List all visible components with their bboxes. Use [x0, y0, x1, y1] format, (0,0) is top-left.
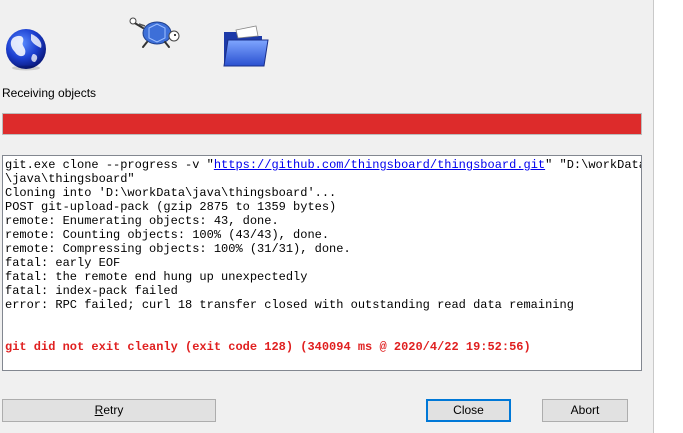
abort-button[interactable]: Abort — [542, 399, 628, 422]
repo-url-link[interactable]: https://github.com/thingsboard/thingsboa… — [214, 158, 545, 172]
log-line: \java\thingsboard" — [5, 172, 135, 186]
log-blank-line — [5, 326, 639, 340]
background-window — [654, 0, 683, 433]
log-command-line: git.exe clone --progress -v "https://git… — [5, 158, 642, 172]
log-command-prefix: git.exe clone --progress -v " — [5, 158, 214, 172]
log-line: POST git-upload-pack (gzip 2875 to 1359 … — [5, 200, 337, 214]
log-line: fatal: index-pack failed — [5, 284, 178, 298]
log-command-suffix: " "D:\workData — [545, 158, 642, 172]
globe-icon — [3, 24, 49, 72]
folder-icon — [222, 24, 272, 70]
tortoise-icon — [127, 14, 183, 50]
log-line: remote: Counting objects: 100% (43/43), … — [5, 228, 330, 242]
log-line: fatal: the remote end hung up unexpected… — [5, 270, 308, 284]
output-log[interactable]: git.exe clone --progress -v "https://git… — [2, 155, 642, 371]
log-line: remote: Enumerating objects: 43, done. — [5, 214, 279, 228]
progress-fill — [3, 114, 641, 134]
log-blank-line — [5, 312, 639, 326]
log-error-message: git did not exit cleanly (exit code 128)… — [5, 340, 531, 354]
log-line: fatal: early EOF — [5, 256, 121, 270]
close-button[interactable]: Close — [426, 399, 511, 422]
log-line: Cloning into 'D:\workData\java\thingsboa… — [5, 186, 337, 200]
status-label: Receiving objects — [2, 86, 97, 100]
log-line: error: RPC failed; curl 18 transfer clos… — [5, 298, 574, 312]
retry-label: etry — [103, 403, 124, 417]
progress-bar — [2, 113, 642, 135]
retry-button[interactable]: Retry — [2, 399, 216, 422]
log-line: remote: Compressing objects: 100% (31/31… — [5, 242, 351, 256]
